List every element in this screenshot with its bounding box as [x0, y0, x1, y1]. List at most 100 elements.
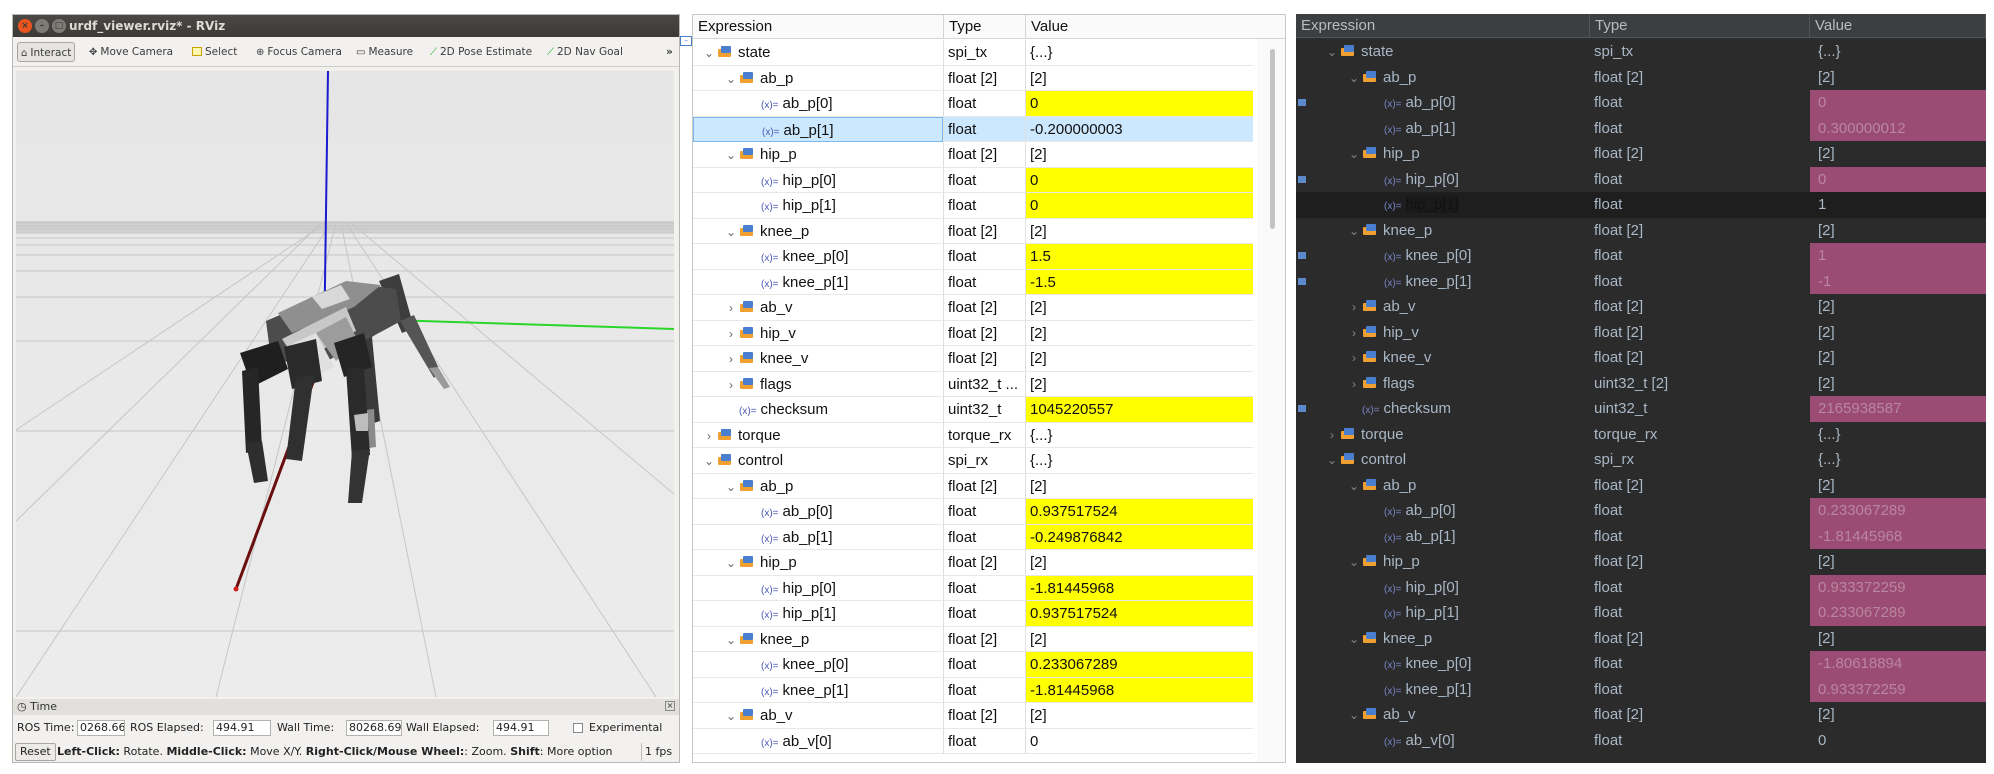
table-row[interactable]: › torque torque_rx {...} — [1296, 422, 1986, 448]
value-cell[interactable]: -1.80618894 — [1810, 651, 1986, 677]
experimental-checkbox[interactable] — [573, 723, 583, 733]
value-cell[interactable]: 1045220557 — [1025, 397, 1253, 423]
expression-cell[interactable]: ⌄ state — [1296, 39, 1586, 65]
value-cell[interactable]: [2] — [1810, 141, 1986, 167]
expand-chevron-icon[interactable]: › — [723, 322, 739, 346]
value-cell[interactable]: {...} — [1810, 422, 1986, 448]
collapse-chevron-icon[interactable]: ⌄ — [723, 475, 739, 499]
expression-cell[interactable]: (x)= knee_p[0] — [1296, 651, 1586, 677]
collapse-chevron-icon[interactable]: ⌄ — [723, 67, 739, 91]
value-cell[interactable]: 0 — [1025, 167, 1253, 193]
expand-chevron-icon[interactable]: › — [1346, 321, 1362, 346]
collapse-chevron-icon[interactable]: ⌄ — [1346, 142, 1362, 167]
expression-cell[interactable]: ⌄ control — [693, 448, 943, 474]
value-cell[interactable]: {...} — [1025, 422, 1253, 448]
focus-camera-tool-button[interactable]: ⊕ Focus Camera — [253, 42, 345, 62]
ros-time-field[interactable]: 0268.66 — [77, 720, 125, 736]
value-cell[interactable]: [2] — [1810, 549, 1986, 575]
collapse-chevron-icon[interactable]: ⌄ — [723, 551, 739, 575]
close-panel-button[interactable]: × — [665, 701, 675, 711]
value-cell[interactable]: [2] — [1810, 371, 1986, 397]
collapse-chevron-icon[interactable]: ⌄ — [1346, 627, 1362, 652]
collapse-chevron-icon[interactable]: ⌄ — [723, 628, 739, 652]
value-cell[interactable]: 0 — [1025, 91, 1253, 117]
table-row[interactable]: (x)= knee_p[1] float -1 — [1296, 268, 1986, 295]
expand-chevron-icon[interactable]: › — [723, 296, 739, 320]
value-cell[interactable]: [2] — [1810, 65, 1986, 91]
value-cell[interactable]: [2] — [1025, 142, 1253, 168]
table-row[interactable]: (x)= hip_p[0] float -1.81445968 — [693, 575, 1253, 601]
expression-cell[interactable]: (x)= hip_p[1] — [693, 193, 943, 219]
expression-cell[interactable]: ⌄ knee_p — [693, 219, 943, 244]
value-cell[interactable]: 2165938587 — [1810, 396, 1986, 422]
value-cell[interactable]: [2] — [1025, 473, 1253, 499]
table-row[interactable]: (x)= ab_p[1] float -1.81445968 — [1296, 523, 1986, 549]
expand-chevron-icon[interactable]: › — [1324, 423, 1340, 448]
expression-cell[interactable]: › knee_v — [1296, 345, 1586, 371]
expand-chevron-icon[interactable]: › — [1346, 372, 1362, 397]
reset-button[interactable]: Reset — [15, 743, 56, 761]
expression-cell[interactable]: (x)= knee_p[1] — [693, 678, 943, 703]
value-cell[interactable]: {...} — [1025, 40, 1253, 66]
value-cell[interactable]: {...} — [1025, 448, 1253, 474]
expression-cell[interactable]: ⌄ ab_p — [1296, 65, 1586, 91]
expression-cell[interactable]: (x)= knee_p[0] — [1296, 243, 1586, 269]
expression-cell[interactable]: (x)= knee_p[1] — [693, 270, 943, 295]
value-cell[interactable]: -0.200000003 — [1025, 116, 1253, 142]
value-cell[interactable]: 0 — [1025, 193, 1253, 219]
expression-cell[interactable]: (x)= knee_p[1] — [1296, 269, 1586, 295]
value-cell[interactable]: [2] — [1025, 550, 1253, 576]
table-row[interactable]: (x)= ab_v[0] float 0 — [1296, 728, 1986, 754]
value-cell[interactable]: [2] — [1025, 626, 1253, 652]
expression-cell[interactable]: (x)= knee_p[1] — [1296, 677, 1586, 703]
table-row[interactable]: ⌄ control spi_rx {...} — [1296, 447, 1986, 473]
table-row[interactable]: ⌄ hip_p float [2] [2] — [1296, 549, 1986, 575]
collapse-chevron-icon[interactable]: ⌄ — [1346, 474, 1362, 499]
value-column-header[interactable]: Value — [1810, 14, 1986, 38]
expression-cell[interactable]: (x)= hip_p[0] — [693, 576, 943, 601]
expression-cell[interactable]: › flags — [693, 372, 943, 397]
table-row[interactable]: (x)= knee_p[0] float 0.233067289 — [693, 652, 1253, 678]
expression-cell[interactable]: › torque — [693, 423, 943, 448]
select-tool-button[interactable]: Select — [189, 42, 240, 62]
expression-cell[interactable]: (x)= checksum — [1296, 396, 1586, 422]
collapse-chevron-icon[interactable]: ⌄ — [701, 449, 717, 473]
value-cell[interactable]: [2] — [1025, 371, 1253, 397]
expression-cell[interactable]: ⌄ knee_p — [1296, 218, 1586, 244]
value-cell[interactable]: -0.249876842 — [1025, 524, 1253, 550]
expression-cell[interactable]: › ab_v — [693, 295, 943, 321]
expand-chevron-icon[interactable]: › — [723, 347, 739, 371]
table-row[interactable]: (x)= checksum uint32_t 2165938587 — [1296, 396, 1986, 422]
value-cell[interactable]: 0.933372259 — [1810, 676, 1986, 702]
expression-cell[interactable]: (x)= hip_p[0] — [1296, 575, 1586, 601]
value-cell[interactable]: 0 — [1810, 90, 1986, 116]
table-row[interactable]: ⌄ ab_p float [2] [2] — [1296, 65, 1986, 91]
expression-cell[interactable]: (x)= ab_p[0] — [693, 91, 943, 117]
table-row[interactable]: ⌄ ab_p float [2] [2] — [693, 65, 1253, 91]
expand-chevron-icon[interactable]: › — [1346, 346, 1362, 371]
3d-viewport[interactable] — [16, 71, 674, 697]
table-row[interactable]: ⌄ hip_p float [2] [2] — [693, 550, 1253, 576]
expression-cell[interactable]: ⌄ knee_p — [693, 627, 943, 652]
table-row[interactable]: (x)= ab_p[1] float -0.200000003 — [693, 116, 1253, 142]
expression-cell[interactable]: ⌄ hip_p — [1296, 141, 1586, 167]
table-row[interactable]: › knee_v float [2] [2] — [693, 346, 1253, 372]
table-row[interactable]: ⌄ knee_p float [2] [2] — [1296, 626, 1986, 652]
value-cell[interactable]: [2] — [1810, 473, 1986, 499]
table-row[interactable]: ⌄ hip_p float [2] [2] — [693, 142, 1253, 168]
expression-cell[interactable]: ⌄ ab_v — [1296, 702, 1586, 728]
value-cell[interactable]: [2] — [1810, 626, 1986, 652]
expression-cell[interactable]: (x)= hip_p[0] — [1296, 167, 1586, 193]
table-row[interactable]: ⌄ ab_v float [2] [2] — [1296, 702, 1986, 728]
expression-cell[interactable]: (x)= ab_p[1] — [693, 116, 943, 142]
table-row[interactable]: ⌄ state spi_tx {...} — [1296, 39, 1986, 65]
value-cell[interactable]: [2] — [1810, 320, 1986, 346]
expression-cell[interactable]: (x)= ab_p[0] — [1296, 90, 1586, 116]
expression-cell[interactable]: ⌄ knee_p — [1296, 626, 1586, 652]
value-cell[interactable]: -1.5 — [1025, 269, 1253, 295]
table-row[interactable]: ⌄ ab_v float [2] [2] — [693, 703, 1253, 729]
value-cell[interactable]: 0.933372259 — [1810, 574, 1986, 600]
expression-cell[interactable]: (x)= checksum — [693, 397, 943, 423]
expression-cell[interactable]: ⌄ ab_p — [693, 474, 943, 499]
value-cell[interactable]: 0 — [1810, 728, 1986, 754]
